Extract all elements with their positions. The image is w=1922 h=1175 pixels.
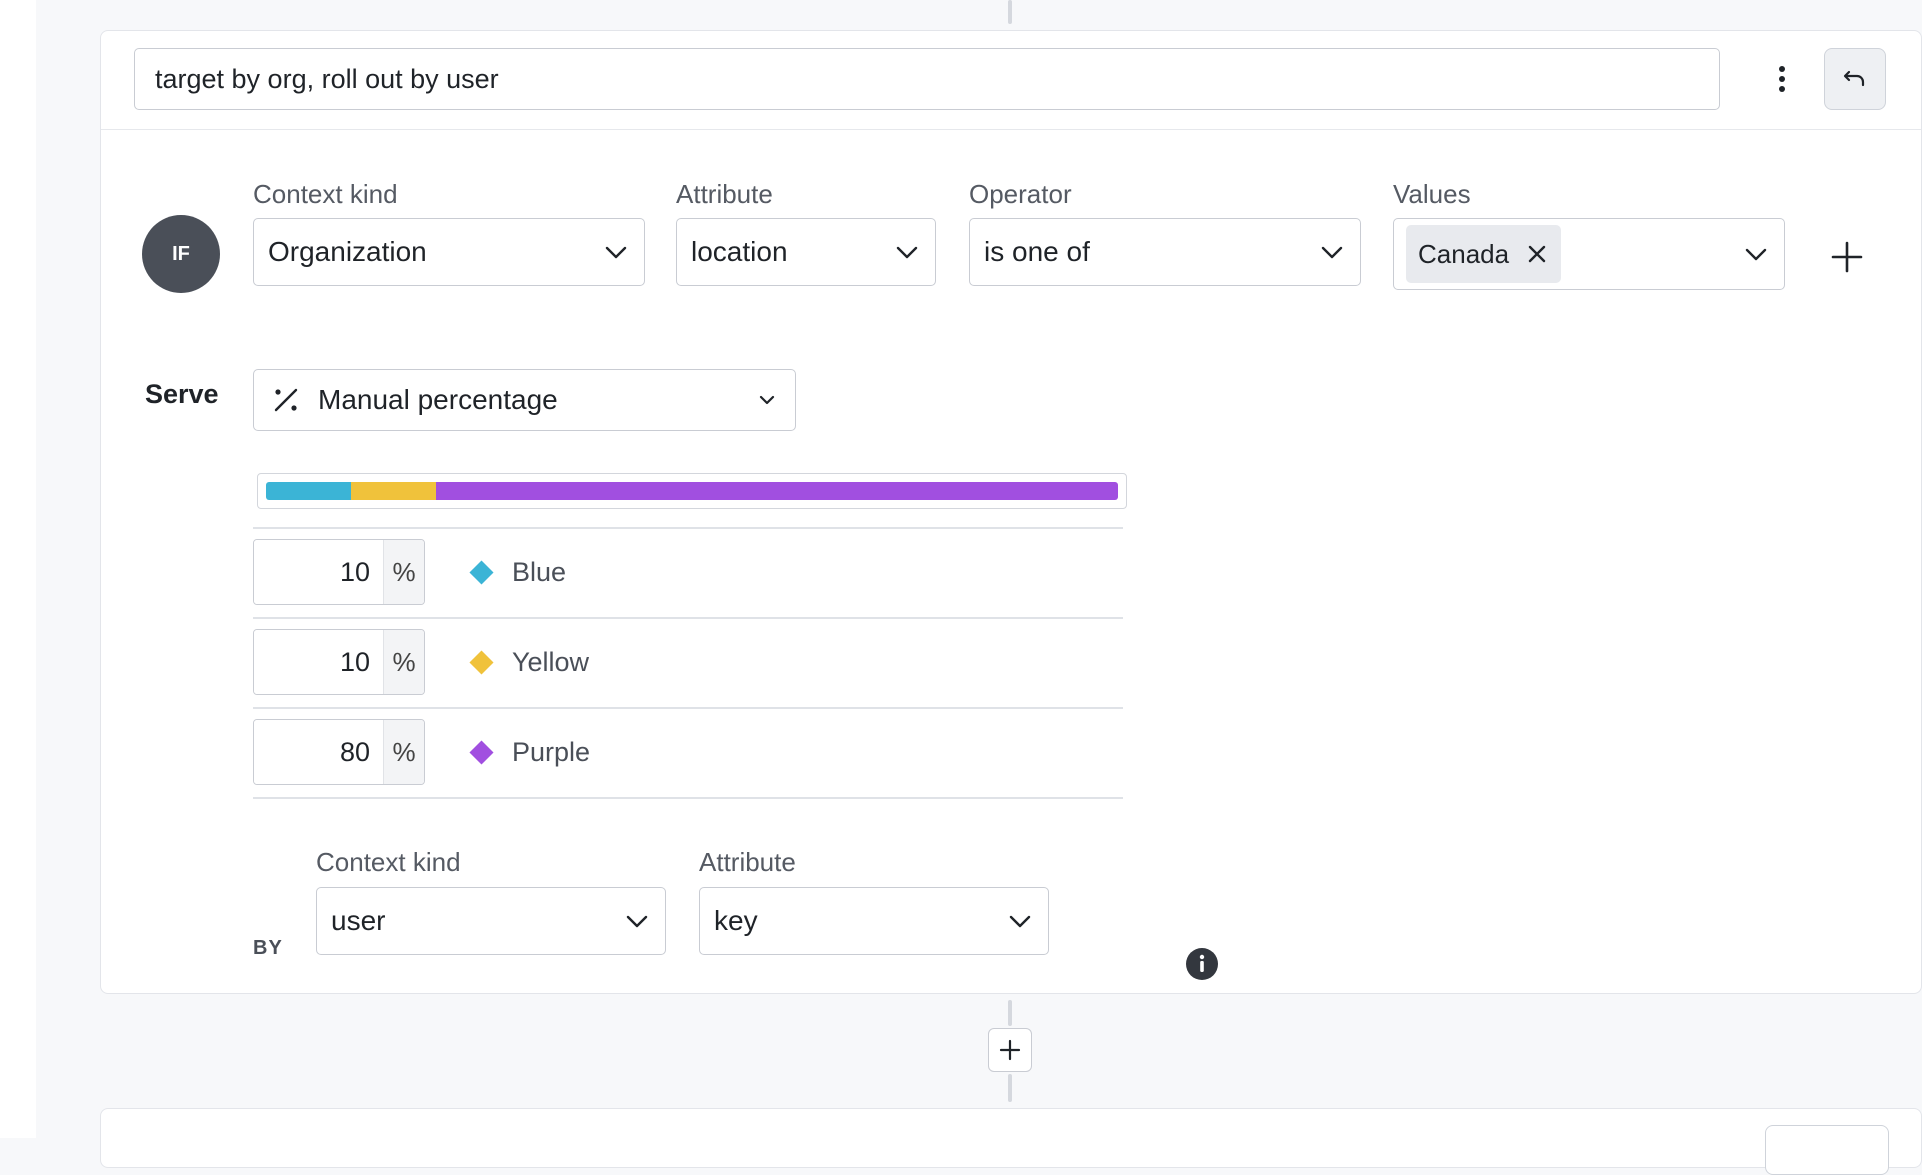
variation-name: Blue <box>512 556 567 587</box>
bucket-context-kind-label: Context kind <box>316 847 461 877</box>
chevron-down-icon <box>626 915 648 928</box>
percent-input-yellow[interactable]: % <box>253 629 425 695</box>
diamond-icon <box>469 559 494 585</box>
targeting-rule-card: IF Context kind Organization Attribute l… <box>100 30 1922 994</box>
connector-line <box>1008 1000 1012 1026</box>
bucket-context-kind-select[interactable]: user <box>316 887 666 955</box>
add-clause-plus-icon[interactable] <box>1829 239 1865 275</box>
operator-select[interactable]: is one of <box>969 218 1361 286</box>
chevron-down-icon <box>605 246 627 259</box>
variation-purple: Purple <box>469 719 590 785</box>
values-select[interactable]: Canada <box>1393 218 1785 290</box>
divider <box>253 797 1123 799</box>
divider <box>253 707 1123 709</box>
percent-icon <box>274 388 298 412</box>
diamond-icon <box>469 739 494 765</box>
rollout-segment-yellow <box>351 482 437 500</box>
rollout-bar-track <box>266 482 1118 500</box>
serve-mode-value: Manual percentage <box>318 384 558 415</box>
variation-blue: Blue <box>469 539 566 605</box>
bucket-context-kind-value: user <box>331 905 386 936</box>
add-rule-button[interactable] <box>988 1028 1032 1072</box>
connector-line <box>1008 1074 1012 1102</box>
percent-input-purple[interactable]: % <box>253 719 425 785</box>
rule-name-input[interactable] <box>134 48 1720 110</box>
attribute-value: location <box>691 236 788 267</box>
variation-name: Purple <box>512 736 591 767</box>
rule-header <box>101 31 1921 130</box>
operator-value: is one of <box>984 236 1090 267</box>
serve-mode-select[interactable]: Manual percentage <box>253 369 796 431</box>
undo-icon <box>1843 70 1865 87</box>
bucket-attribute-value: key <box>714 905 758 936</box>
divider <box>253 527 1123 529</box>
by-label: BY <box>253 937 283 959</box>
next-rule-card <box>100 1108 1922 1175</box>
variation-name: Yellow <box>512 646 590 677</box>
if-badge: IF <box>142 215 220 293</box>
chevron-down-icon <box>1321 246 1343 259</box>
chevron-down-icon <box>1009 915 1031 928</box>
percent-field[interactable] <box>254 630 384 694</box>
rollout-segment-blue <box>266 482 352 500</box>
value-chip-label: Canada <box>1418 238 1510 269</box>
serve-label: Serve <box>145 379 219 409</box>
left-gutter <box>0 0 36 1138</box>
attribute-label: Attribute <box>676 179 773 209</box>
percent-field[interactable] <box>254 540 384 604</box>
percent-input-blue[interactable]: % <box>253 539 425 605</box>
bucket-attribute-select[interactable]: key <box>699 887 1049 955</box>
connector-line-top <box>1008 0 1012 24</box>
context-kind-select[interactable]: Organization <box>253 218 645 286</box>
diamond-icon <box>469 649 494 675</box>
bucket-attribute-label: Attribute <box>699 847 796 877</box>
chevron-down-icon <box>896 246 918 259</box>
divider <box>253 617 1123 619</box>
percent-field[interactable] <box>254 720 384 784</box>
context-kind-label: Context kind <box>253 179 398 209</box>
context-kind-value: Organization <box>268 236 427 267</box>
next-rule-button[interactable] <box>1765 1125 1889 1175</box>
values-label: Values <box>1393 179 1471 209</box>
value-chip: Canada <box>1406 225 1562 283</box>
plus-icon <box>999 1039 1021 1061</box>
percent-sign: % <box>383 720 424 784</box>
operator-label: Operator <box>969 179 1072 209</box>
rollout-segment-purple <box>436 482 1118 500</box>
rollout-percentage-bar <box>257 473 1127 509</box>
variation-yellow: Yellow <box>469 629 589 695</box>
chevron-down-icon <box>759 395 775 405</box>
kebab-icon[interactable] <box>1767 61 1797 97</box>
chevron-down-icon <box>1745 248 1767 261</box>
attribute-select[interactable]: location <box>676 218 936 286</box>
close-icon[interactable] <box>1525 242 1549 266</box>
percent-sign: % <box>383 630 424 694</box>
info-icon[interactable] <box>1185 947 1219 981</box>
percent-sign: % <box>383 540 424 604</box>
undo-button[interactable] <box>1824 48 1886 110</box>
